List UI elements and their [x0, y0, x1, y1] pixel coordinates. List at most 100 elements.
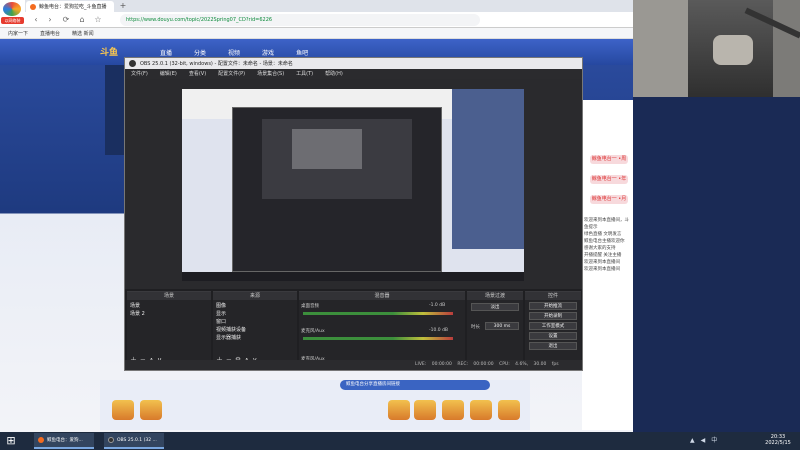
star-icon[interactable]: ☆ — [94, 16, 102, 24]
gift-icon[interactable] — [112, 400, 134, 420]
menu-view[interactable]: 查看(V) — [189, 69, 206, 79]
address-bar[interactable]: https://www.douyu.com/topic/2022Spring07… — [120, 14, 480, 26]
sources-dock: 来源 图像 显示 窗口 视频捕获设备 显示器捕获 ＋−⚙∧∨ — [213, 291, 297, 369]
chat-line: 欢迎来到本直播间 — [584, 267, 620, 272]
taskbar-obs[interactable]: OBS 25.0.1 (32 ... — [104, 433, 164, 449]
volume-icon[interactable]: ◀ — [701, 433, 706, 449]
start-streaming-button[interactable]: 开始推流 — [529, 302, 577, 310]
nav-item[interactable]: 游戏 — [262, 48, 274, 57]
scene-item[interactable]: 场景 2 — [130, 310, 145, 317]
reload-icon[interactable]: ⟳ — [62, 16, 70, 24]
obs-taskbar-icon — [108, 437, 114, 443]
menu-tools[interactable]: 工具(T) — [296, 69, 313, 79]
clock[interactable]: 20:33 2022/5/15 — [760, 434, 796, 446]
home-icon[interactable]: ⌂ — [78, 16, 86, 24]
taskbar-browser[interactable]: 鲸鱼电台：爱狗... — [34, 433, 94, 449]
bookmarks-bar: 内家一下 直播电台 精选 新闻 — [0, 28, 633, 39]
browser-logo-icon — [3, 2, 21, 16]
start-recording-button[interactable]: 开始录制 — [529, 312, 577, 320]
app-label: 以网络装 — [1, 17, 24, 24]
transitions-dock: 场景过渡 淡出 时长 300 ms — [467, 291, 523, 369]
app-launcher[interactable]: 以网络装 — [0, 0, 25, 25]
mixer-dock: 混音器 桌面音频 -1.0 dB 麦克风/Aux -10.0 dB 麦克风/Au… — [299, 291, 465, 369]
dock-title: 场景过渡 — [467, 292, 523, 300]
obs-statusbar: LIVE: 00:00:00 REC: 00:00:00 CPU: 4.6%, … — [125, 360, 582, 370]
source-item[interactable]: 视频捕获设备 — [216, 326, 246, 333]
transition-select[interactable]: 淡出 — [471, 303, 519, 311]
browser-tab[interactable]: 鲸鱼电台：爱狗拉吃_斗鱼直播 — [26, 1, 114, 12]
obs-preview[interactable] — [125, 79, 582, 289]
obs-title: OBS 25.0.1 (32-bit, windows) - 配置文件：未命名 … — [140, 61, 293, 67]
obs-window: OBS 25.0.1 (32-bit, windows) - 配置文件：未命名 … — [124, 57, 583, 371]
tab-strip: 鲸鱼电台：爱狗拉吃_斗鱼直播 + — [0, 0, 633, 12]
track-db: -1.0 dB — [429, 303, 446, 308]
new-tab-button[interactable]: + — [118, 1, 128, 11]
address-toolbar: ‹ › ⟳ ⌂ ☆ https://www.douyu.com/topic/20… — [0, 12, 633, 28]
controls-dock: 控件 开始推流 开始录制 工作室模式 设置 退出 — [525, 291, 581, 369]
live-time: LIVE: 00:00:00 — [415, 362, 452, 367]
tab-title: 鲸鱼电台：爱狗拉吃_斗鱼直播 — [39, 4, 107, 10]
nav-item[interactable]: 直播 — [160, 48, 172, 57]
gift-icon[interactable] — [414, 400, 436, 420]
chat-line: 开播提醒 关注主播 — [584, 253, 622, 258]
gift-icon[interactable] — [140, 400, 162, 420]
dock-title: 混音器 — [299, 292, 465, 300]
source-item[interactable]: 显示器捕获 — [216, 334, 241, 341]
track-name: 麦克风/Aux — [301, 329, 325, 334]
douyu-logo[interactable]: 斗鱼 — [100, 45, 118, 58]
share-banner[interactable]: 鲸鱼电台分享直播房间链接 — [340, 380, 490, 390]
volume-meter[interactable] — [303, 312, 453, 315]
clock-date: 2022/5/15 — [765, 440, 791, 446]
dock-title: 控件 — [525, 292, 581, 300]
settings-button[interactable]: 设置 — [529, 332, 577, 340]
system-tray: ▲ ◀ 中 — [690, 433, 717, 449]
back-icon[interactable]: ‹ — [32, 16, 40, 24]
exit-button[interactable]: 退出 — [529, 342, 577, 350]
nav-item[interactable]: 视频 — [228, 48, 240, 57]
bookmark-item[interactable]: 直播电台 — [40, 30, 60, 37]
duration-input[interactable]: 300 ms — [485, 322, 519, 330]
ime-icon[interactable]: 中 — [711, 433, 717, 449]
gift-icon[interactable] — [442, 400, 464, 420]
scenes-dock: 场景 场景 场景 2 ＋−∧∨ — [127, 291, 211, 369]
menu-edit[interactable]: 编辑(E) — [160, 69, 177, 79]
volume-meter[interactable] — [303, 337, 453, 340]
menu-file[interactable]: 文件(F) — [131, 69, 148, 79]
browser-taskbar-icon — [38, 437, 44, 443]
duration-label: 时长 — [471, 325, 480, 330]
chat-line: 欢迎来到本直播间，斗鱼提示 — [584, 218, 629, 230]
preview-capture — [182, 89, 524, 281]
menu-profile[interactable]: 配置文件(P) — [218, 69, 245, 79]
scene-item[interactable]: 场景 — [130, 302, 140, 309]
studio-mode-button[interactable]: 工作室模式 — [529, 322, 577, 330]
obs-titlebar[interactable]: OBS 25.0.1 (32-bit, windows) - 配置文件：未命名 … — [125, 58, 582, 69]
menu-help[interactable]: 帮助(H) — [325, 69, 343, 79]
gift-icon[interactable] — [470, 400, 492, 420]
douyu-favicon-icon — [30, 3, 36, 10]
bookmark-item[interactable]: 内家一下 — [8, 30, 28, 37]
gift-label[interactable]: 鲸鱼电台一 •月 — [590, 195, 628, 204]
url-text: https://www.douyu.com/topic/2022Spring07… — [126, 17, 273, 23]
forward-icon[interactable]: › — [46, 16, 54, 24]
task-label: OBS 25.0.1 (32 ... — [117, 437, 157, 443]
obs-logo-icon — [129, 60, 136, 67]
chat-line: 鲸鱼电台主播欢迎你 — [584, 239, 625, 244]
source-item[interactable]: 窗口 — [216, 318, 226, 325]
nav-item[interactable]: 分类 — [194, 48, 206, 57]
source-item[interactable]: 图像 — [216, 302, 226, 309]
bookmark-item[interactable]: 精选 新闻 — [72, 30, 94, 37]
gift-icon[interactable] — [498, 400, 520, 420]
gift-label[interactable]: 鲸鱼电台一 •周 — [590, 155, 628, 164]
dock-title: 场景 — [127, 292, 211, 300]
network-icon[interactable]: ▲ — [690, 433, 695, 449]
chat-line: 欢迎来到本直播间 — [584, 260, 620, 265]
gift-icon[interactable] — [388, 400, 410, 420]
start-button[interactable]: ⊞ — [2, 433, 20, 449]
menu-scene-collection[interactable]: 场景集合(S) — [257, 69, 284, 79]
nav-item[interactable]: 鱼吧 — [296, 48, 308, 57]
microphone-icon — [713, 35, 753, 65]
source-item[interactable]: 显示 — [216, 310, 226, 317]
gift-label[interactable]: 鲸鱼电台一 •年 — [590, 175, 628, 184]
task-label: 鲸鱼电台：爱狗... — [47, 438, 83, 443]
rec-time: REC: 00:00:00 — [457, 362, 494, 367]
